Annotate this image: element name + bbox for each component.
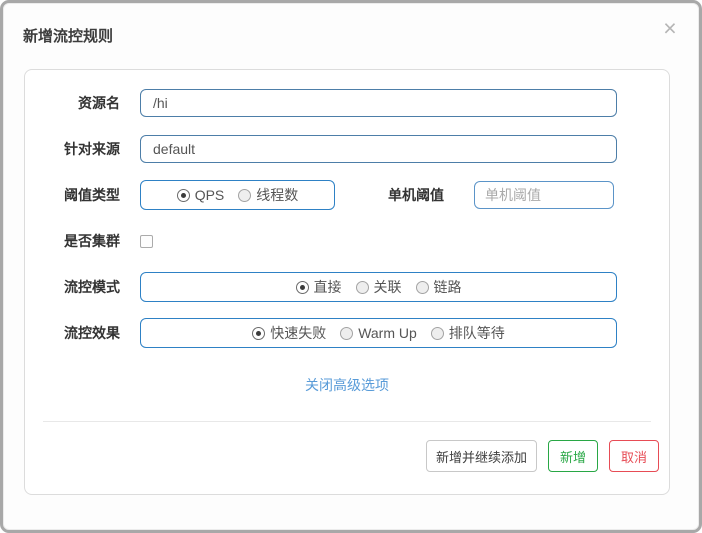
radio-label: QPS <box>194 187 225 203</box>
radio-grade-thread[interactable]: 线程数 <box>238 185 298 205</box>
radio-strategy-relate[interactable]: 关联 <box>355 277 402 297</box>
resource-label: 资源名 <box>78 95 120 111</box>
radio-label: 直接 <box>313 279 342 295</box>
limit-app-input[interactable] <box>140 135 617 163</box>
resource-input[interactable] <box>140 89 617 117</box>
toggle-advanced-link[interactable]: 关闭高级选项 <box>305 377 389 393</box>
limit-app-row: 针对来源 <box>25 135 669 163</box>
form-panel: 资源名 针对来源 阈值类型 QPS 线程数 单机阈值 <box>24 69 670 495</box>
radio-icon <box>415 280 429 294</box>
resource-row: 资源名 <box>25 89 669 117</box>
behavior-label: 流控效果 <box>64 325 120 341</box>
grade-radio-group: QPS 线程数 <box>140 180 335 210</box>
threshold-input[interactable] <box>474 181 614 209</box>
behavior-row: 流控效果 快速失败 Warm Up 排队等待 <box>25 318 669 348</box>
radio-icon <box>340 326 354 340</box>
add-flow-rule-dialog: 新增流控规则 × 资源名 针对来源 阈值类型 QPS 线程数 <box>0 0 702 533</box>
radio-icon <box>295 280 309 294</box>
radio-icon <box>430 326 444 340</box>
radio-icon <box>238 188 252 202</box>
cluster-row: 是否集群 <box>25 227 669 255</box>
radio-label: 快速失败 <box>270 325 327 341</box>
advanced-link-row: 关闭高级选项 <box>25 375 669 395</box>
grade-label: 阈值类型 <box>64 187 120 203</box>
cluster-label: 是否集群 <box>64 233 120 249</box>
radio-label: 链路 <box>433 279 462 295</box>
radio-icon <box>176 188 190 202</box>
strategy-row: 流控模式 直接 关联 链路 <box>25 272 669 302</box>
behavior-radio-group: 快速失败 Warm Up 排队等待 <box>140 318 617 348</box>
radio-label: 排队等待 <box>448 325 505 341</box>
radio-strategy-direct[interactable]: 直接 <box>295 277 342 297</box>
strategy-label: 流控模式 <box>64 279 120 295</box>
radio-icon <box>252 326 266 340</box>
cancel-button[interactable]: 取消 <box>609 440 659 472</box>
radio-icon <box>355 280 369 294</box>
radio-behavior-warm-up[interactable]: Warm Up <box>340 325 417 341</box>
threshold-label: 单机阈值 <box>388 187 444 203</box>
radio-behavior-fail-fast[interactable]: 快速失败 <box>252 323 326 343</box>
radio-grade-qps[interactable]: QPS <box>176 187 225 203</box>
limit-app-label: 针对来源 <box>64 141 120 157</box>
radio-strategy-chain[interactable]: 链路 <box>415 277 462 297</box>
strategy-radio-group: 直接 关联 链路 <box>140 272 617 302</box>
add-and-continue-button[interactable]: 新增并继续添加 <box>425 440 537 472</box>
add-button[interactable]: 新增 <box>548 440 598 472</box>
cluster-checkbox[interactable] <box>140 234 153 248</box>
radio-label: Warm Up <box>358 325 417 341</box>
radio-label: 线程数 <box>256 187 299 203</box>
close-icon[interactable]: × <box>657 15 683 41</box>
grade-row: 阈值类型 QPS 线程数 单机阈值 <box>25 180 669 210</box>
radio-label: 关联 <box>373 279 402 295</box>
dialog-footer: 新增并继续添加 新增 取消 <box>25 422 669 472</box>
radio-behavior-queue[interactable]: 排队等待 <box>430 323 505 343</box>
dialog-title: 新增流控规则 <box>23 28 114 45</box>
